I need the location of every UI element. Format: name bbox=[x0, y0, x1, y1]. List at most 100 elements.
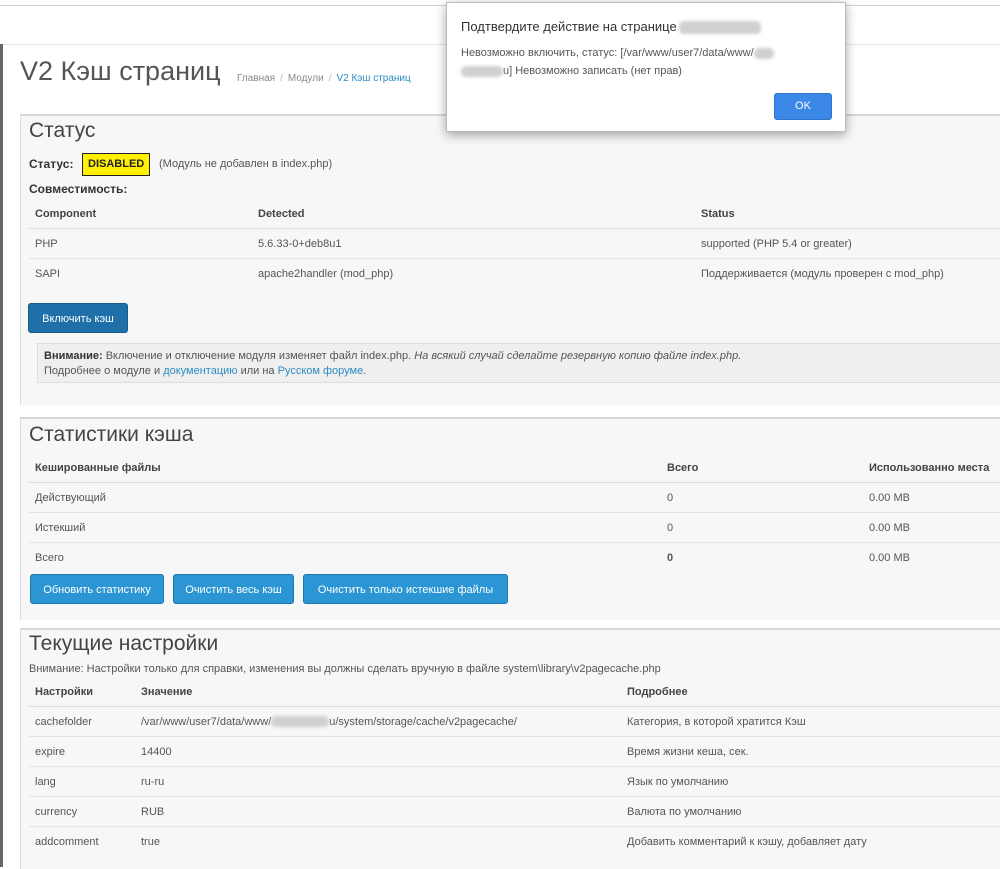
table-cell: ru-ru bbox=[135, 766, 621, 797]
col-header: Значение bbox=[135, 678, 621, 707]
breadcrumb-modules[interactable]: Модули bbox=[288, 73, 324, 84]
notice-italic: На всякий случай сделайте резервную копи… bbox=[414, 350, 742, 362]
table-cell: Всего bbox=[29, 542, 661, 572]
notice-line-1: Внимание: Включение и отключение модуля … bbox=[44, 349, 1000, 364]
dialog-message: Невозможно включить, статус: [/var/www/u… bbox=[461, 44, 831, 80]
dialog-message-part2: u] Невозможно записать (нет прав) bbox=[503, 65, 682, 77]
table-cell: 14400 bbox=[135, 736, 621, 767]
notice-line2-suffix: . bbox=[363, 365, 367, 377]
table-row: expire 14400 Время жизни кеша, сек. bbox=[29, 736, 1000, 767]
table-row: currency RUB Валюта по умолчанию bbox=[29, 796, 1000, 827]
col-header: Detected bbox=[252, 200, 695, 229]
page-title: V2 Кэш страниц bbox=[20, 56, 221, 86]
settings-panel: Текущие настройки Внимание: Настройки то… bbox=[20, 628, 1000, 869]
table-cell: Валюта по умолчанию bbox=[621, 796, 1000, 827]
ok-button[interactable]: OK bbox=[774, 93, 832, 120]
docs-link[interactable]: документацию bbox=[163, 365, 237, 377]
col-header: Настройки bbox=[29, 678, 135, 707]
redacted-blur bbox=[461, 65, 503, 77]
col-header: Component bbox=[29, 200, 252, 229]
table-row: PHP 5.6.33-0+deb8u1 supported (PHP 5.4 o… bbox=[29, 228, 1000, 259]
settings-table: Настройки Значение Подробнее cachefolder… bbox=[29, 678, 1000, 856]
clear-expired-button[interactable]: Очистить только истекшие файлы bbox=[303, 574, 508, 604]
table-header-row: Настройки Значение Подробнее bbox=[29, 678, 1000, 707]
table-cell: 0.00 MB bbox=[863, 482, 1000, 513]
status-panel: Статус Статус: DISABLED (Модуль не добав… bbox=[20, 114, 1000, 405]
notice-text: Включение и отключение модуля изменяет ф… bbox=[102, 350, 412, 362]
table-cell: lang bbox=[29, 766, 135, 797]
table-cell: Категория, в которой хратится Кэш bbox=[621, 706, 1000, 737]
col-header: Подробнее bbox=[621, 678, 1000, 707]
table-cell: 0 bbox=[661, 542, 863, 572]
warning-notice: Внимание: Включение и отключение модуля … bbox=[37, 343, 1000, 383]
table-row: addcomment true Добавить комментарий к к… bbox=[29, 826, 1000, 856]
table-cell: Действующий bbox=[29, 482, 661, 513]
redacted-blur bbox=[753, 47, 774, 59]
table-cell: Язык по умолчанию bbox=[621, 766, 1000, 797]
settings-heading: Текущие настройки bbox=[29, 632, 219, 655]
stats-table: Кешированные файлы Всего Использованно м… bbox=[29, 454, 1000, 572]
table-cell: 0 bbox=[661, 512, 863, 543]
col-header: Всего bbox=[661, 454, 863, 483]
refresh-stats-button[interactable]: Обновить статистику bbox=[30, 574, 164, 604]
table-cell: apache2handler (mod_php) bbox=[252, 258, 695, 288]
dialog-title-text: Подтвердите действие на странице bbox=[461, 19, 677, 34]
table-cell: Добавить комментарий к кэшу, добавляет д… bbox=[621, 826, 1000, 856]
table-row: SAPI apache2handler (mod_php) Поддержива… bbox=[29, 258, 1000, 288]
table-row: Действующий 0 0.00 MB bbox=[29, 482, 1000, 513]
table-cell: 0 bbox=[661, 482, 863, 513]
table-row: cachefolder /var/www/user7/data/www/u/sy… bbox=[29, 706, 1000, 737]
cachefolder-prefix: /var/www/user7/data/www/ bbox=[141, 715, 272, 728]
table-cell: Время жизни кеша, сек. bbox=[621, 736, 1000, 767]
table-cell: Поддерживается (модуль проверен с mod_ph… bbox=[695, 258, 1000, 288]
notice-line-2: Подробнее о модуле и документацию или на… bbox=[44, 364, 1000, 379]
breadcrumb-home[interactable]: Главная bbox=[237, 73, 275, 84]
table-cell: expire bbox=[29, 736, 135, 767]
status-note: (Модуль не добавлен в index.php) bbox=[159, 158, 333, 170]
settings-note: Внимание: Настройки только для справки, … bbox=[29, 663, 661, 675]
table-cell: cachefolder bbox=[29, 706, 135, 737]
forum-link[interactable]: Русском форуме bbox=[278, 365, 364, 377]
col-header: Status bbox=[695, 200, 1000, 229]
table-row: Истекший 0 0.00 MB bbox=[29, 512, 1000, 543]
table-cell: 0.00 MB bbox=[863, 512, 1000, 543]
table-cell: /var/www/user7/data/www/u/system/storage… bbox=[135, 706, 621, 737]
table-cell: SAPI bbox=[29, 258, 252, 288]
status-badge: DISABLED bbox=[82, 153, 151, 176]
dialog-title: Подтвердите действие на странице bbox=[461, 19, 761, 35]
notice-line2-mid: или на bbox=[237, 365, 278, 377]
table-cell: supported (PHP 5.4 or greater) bbox=[695, 228, 1000, 259]
redacted-blur bbox=[271, 716, 330, 728]
table-row: Всего 0 0.00 MB bbox=[29, 542, 1000, 572]
compat-table: Component Detected Status PHP 5.6.33-0+d… bbox=[29, 200, 1000, 288]
table-cell: addcomment bbox=[29, 826, 135, 856]
table-header-row: Component Detected Status bbox=[29, 200, 1000, 229]
table-header-row: Кешированные файлы Всего Использованно м… bbox=[29, 454, 1000, 483]
notice-bold: Внимание: bbox=[44, 350, 103, 362]
col-header: Использованно места bbox=[863, 454, 1000, 483]
breadcrumb: Главная / Модули / V2 Кэш страниц bbox=[237, 73, 411, 84]
table-cell: 5.6.33-0+deb8u1 bbox=[252, 228, 695, 259]
col-header: Кешированные файлы bbox=[29, 454, 661, 483]
dialog-message-part1: Невозможно включить, статус: [/var/www/u… bbox=[461, 47, 754, 59]
stats-heading: Статистики кэша bbox=[29, 423, 194, 446]
enable-cache-button[interactable]: Включить кэш bbox=[28, 303, 128, 333]
redacted-blur bbox=[678, 21, 761, 35]
breadcrumb-current[interactable]: V2 Кэш страниц bbox=[336, 73, 410, 84]
table-cell: currency bbox=[29, 796, 135, 827]
table-cell: RUB bbox=[135, 796, 621, 827]
table-cell: 0.00 MB bbox=[863, 542, 1000, 572]
stats-panel: Статистики кэша Кешированные файлы Всего… bbox=[20, 417, 1000, 620]
clear-all-cache-button[interactable]: Очистить весь кэш bbox=[173, 574, 294, 604]
status-heading: Статус bbox=[29, 119, 96, 142]
left-edge-bar bbox=[0, 44, 3, 867]
table-row: lang ru-ru Язык по умолчанию bbox=[29, 766, 1000, 797]
table-cell: PHP bbox=[29, 228, 252, 259]
status-label: Статус: bbox=[29, 157, 74, 171]
table-cell: true bbox=[135, 826, 621, 856]
notice-line2-prefix: Подробнее о модуле и bbox=[44, 365, 164, 377]
cachefolder-suffix: u/system/storage/cache/v2pagecache/ bbox=[329, 715, 517, 728]
compat-label: Совместимость: bbox=[29, 182, 128, 196]
table-cell: Истекший bbox=[29, 512, 661, 543]
confirm-dialog: Подтвердите действие на странице Невозмо… bbox=[446, 2, 846, 132]
